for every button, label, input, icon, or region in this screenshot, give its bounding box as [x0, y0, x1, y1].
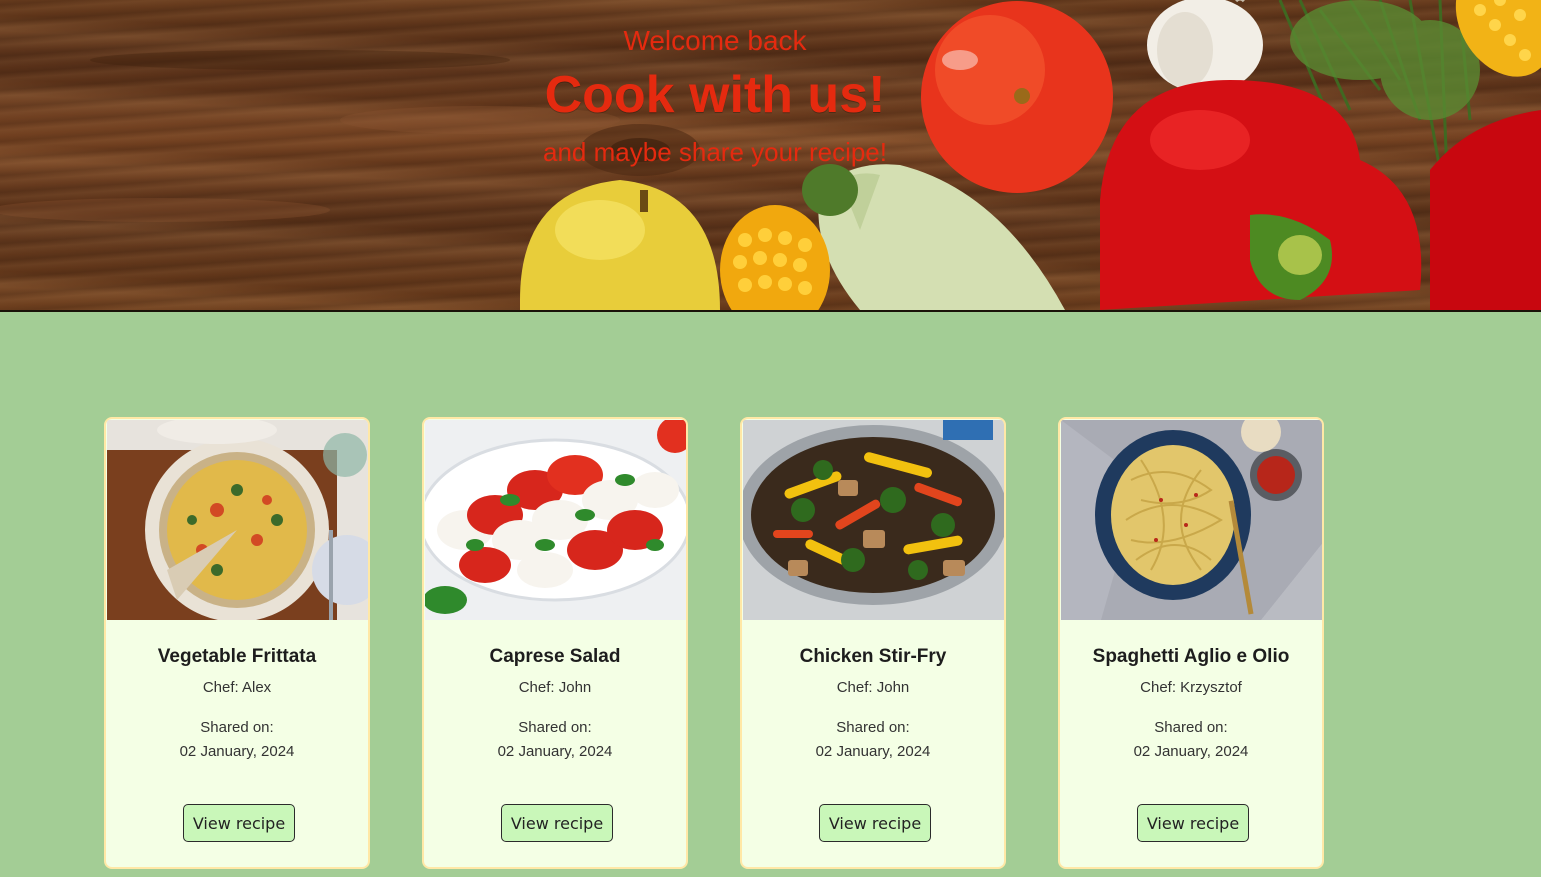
recipe-chef: Chef: John [836, 679, 910, 696]
recipe-shared-date: 02 January, 2024 [497, 743, 613, 760]
recipe-card-caprese-salad: Caprese Salad Chef: John Shared on: 02 J… [422, 417, 688, 869]
recipe-card-vegetable-frittata: Vegetable Frittata Chef: Alex Shared on:… [104, 417, 370, 869]
recipe-title: Vegetable Frittata [157, 646, 317, 667]
recipe-card-chicken-stir-fry: Chicken Stir-Fry Chef: John Shared on: 0… [740, 417, 1006, 869]
spaghetti-aglio-olio-photo [1061, 420, 1322, 620]
recipe-chef: Chef: Alex [202, 679, 272, 696]
recipe-chef: Chef: John [518, 679, 592, 696]
caprese-salad-photo [425, 420, 686, 620]
view-recipe-button[interactable]: View recipe [1137, 804, 1249, 842]
recipe-shared-label: Shared on: [518, 719, 592, 736]
recipe-card-list: Vegetable Frittata Chef: Alex Shared on:… [104, 417, 1334, 877]
vegetable-frittata-photo [107, 420, 368, 620]
recipe-chef: Chef: Krzysztof [1140, 679, 1242, 696]
hero-subtitle: and maybe share your recipe! [543, 137, 887, 167]
view-recipe-button[interactable]: View recipe [819, 804, 931, 842]
recipe-shared-date: 02 January, 2024 [815, 743, 931, 760]
recipe-title: Chicken Stir-Fry [799, 646, 947, 667]
recipe-shared-label: Shared on: [200, 719, 274, 736]
recipe-shared-label: Shared on: [1154, 719, 1228, 736]
view-recipe-button[interactable]: View recipe [183, 804, 295, 842]
recipe-shared-date: 02 January, 2024 [179, 743, 295, 760]
chicken-stir-fry-photo [743, 420, 1004, 620]
hero-welcome-text: Welcome back [623, 25, 807, 56]
view-recipe-button[interactable]: View recipe [501, 804, 613, 842]
recipe-card-spaghetti-aglio-olio: Spaghetti Aglio e Olio Chef: Krzysztof S… [1058, 417, 1324, 869]
recipe-shared-label: Shared on: [836, 719, 910, 736]
recipe-title: Spaghetti Aglio e Olio [1092, 646, 1290, 667]
hero-banner: Welcome back Cook with us! and maybe sha… [0, 0, 1541, 312]
recipe-title: Caprese Salad [489, 646, 621, 667]
hero-title: Cook with us! [544, 66, 886, 124]
recipe-shared-date: 02 January, 2024 [1133, 743, 1249, 760]
